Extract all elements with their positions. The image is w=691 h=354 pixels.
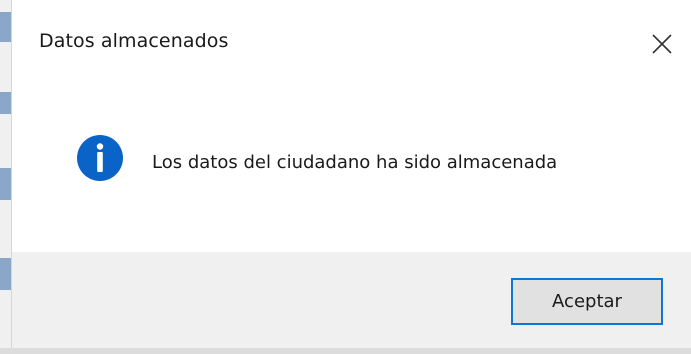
aceptar-button-label: Aceptar — [552, 291, 622, 312]
screen: Datos almacenados Los datos del ciudadan… — [0, 0, 691, 354]
dialog-footer: Aceptar — [12, 252, 691, 354]
info-icon — [76, 134, 124, 182]
aceptar-button[interactable]: Aceptar — [511, 278, 663, 325]
dialog-message: Los datos del ciudadano ha sido almacena… — [152, 152, 558, 173]
message-dialog: Datos almacenados Los datos del ciudadan… — [12, 0, 691, 354]
background-window-segment — [0, 168, 11, 200]
background-window-segment — [0, 12, 11, 42]
close-icon — [652, 34, 672, 54]
dialog-titlebar[interactable]: Datos almacenados — [12, 0, 691, 90]
close-button[interactable] — [644, 26, 680, 62]
dialog-content: Los datos del ciudadano ha sido almacena… — [12, 90, 691, 252]
background-window-segment — [0, 258, 11, 290]
screen-bottom-edge — [0, 348, 691, 354]
background-window-segment — [0, 92, 11, 114]
background-window-edge — [0, 0, 12, 354]
dialog-title: Datos almacenados — [39, 30, 229, 52]
